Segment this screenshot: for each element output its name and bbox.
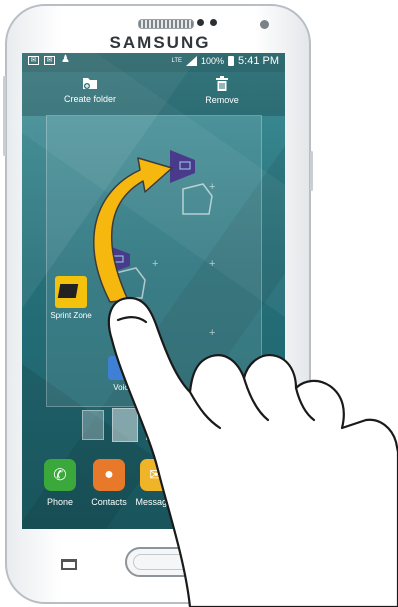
widget-ghost-target bbox=[182, 183, 213, 215]
drag-arrow bbox=[93, 157, 173, 303]
hand-illustration bbox=[107, 296, 398, 607]
drag-gesture-overlay bbox=[93, 150, 398, 607]
widget-icon-moved bbox=[170, 150, 195, 183]
